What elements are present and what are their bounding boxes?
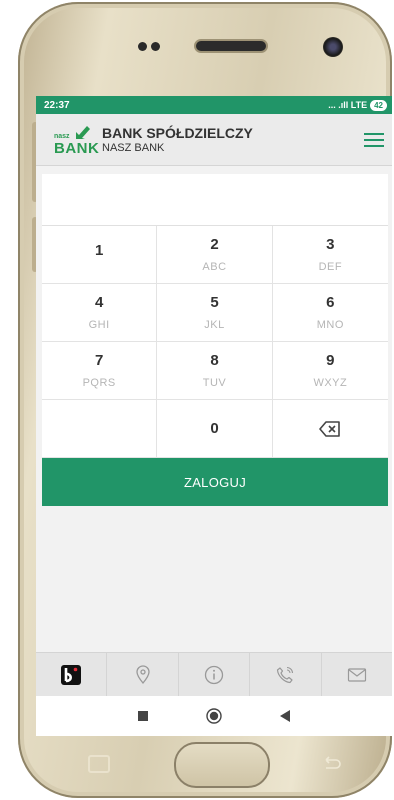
blik-icon xyxy=(61,664,82,685)
bank-subtitle: NASZ BANK xyxy=(102,142,165,154)
hardware-home-button xyxy=(174,742,270,788)
hardware-recent-key xyxy=(88,755,110,773)
logo-bank-text: BANK xyxy=(54,139,100,157)
key-empty xyxy=(42,400,158,458)
key-5[interactable]: 5 JKL xyxy=(157,284,273,342)
location-pin-icon xyxy=(135,664,150,684)
backspace-key[interactable] xyxy=(272,400,388,458)
key-7[interactable]: 7 PQRS xyxy=(42,342,158,400)
mail-icon xyxy=(347,667,366,682)
battery-indicator: 42 xyxy=(370,99,387,111)
key-0[interactable]: 0 xyxy=(157,400,273,458)
nav-blik[interactable] xyxy=(36,653,108,696)
key-4[interactable]: 4 GHI xyxy=(42,284,158,342)
bottom-nav xyxy=(36,652,392,696)
status-indicators: ... .ıll LTE 42 xyxy=(328,99,387,111)
nav-info[interactable] xyxy=(179,653,251,696)
earpiece-speaker xyxy=(194,39,268,53)
status-bar: 22:37 ... .ıll LTE 42 xyxy=(36,96,392,114)
key-2[interactable]: 2 ABC xyxy=(157,226,273,284)
bank-names: BANK SPÓŁDZIELCZY NASZ BANK xyxy=(102,125,364,154)
recent-apps-icon[interactable] xyxy=(138,711,148,721)
app-screen: 22:37 ... .ıll LTE 42 nasz BANK BANK SPÓ… xyxy=(36,96,392,736)
front-camera xyxy=(323,37,343,57)
nav-mail[interactable] xyxy=(322,653,392,696)
phone-icon xyxy=(277,666,294,683)
nav-phone[interactable] xyxy=(250,653,322,696)
key-8[interactable]: 8 TUV xyxy=(157,342,273,400)
hardware-back-icon xyxy=(325,756,341,769)
android-navigation-bar xyxy=(36,696,392,736)
info-icon xyxy=(204,665,224,684)
key-9[interactable]: 9 WXYZ xyxy=(272,342,388,400)
backspace-icon xyxy=(319,420,341,437)
hamburger-menu-icon[interactable] xyxy=(364,132,384,147)
key-1[interactable]: 1 xyxy=(42,226,158,284)
nav-location[interactable] xyxy=(107,653,179,696)
logo-nasz-text: nasz xyxy=(54,132,70,140)
bank-name: BANK SPÓŁDZIELCZY xyxy=(102,125,253,141)
key-6[interactable]: 6 MNO xyxy=(272,284,388,342)
sensors xyxy=(138,42,160,51)
signal-indicator: ... .ıll LTE xyxy=(328,100,368,110)
app-header: nasz BANK BANK SPÓŁDZIELCZY NASZ BANK xyxy=(36,114,392,166)
login-button[interactable]: ZALOGUJ xyxy=(42,458,388,506)
back-icon[interactable] xyxy=(280,710,290,722)
home-icon[interactable] xyxy=(206,708,222,724)
status-time: 22:37 xyxy=(44,99,70,111)
pin-keypad: 1 2 ABC 3 DEF 4 GHI 5 JKL 6 MNO 7 PQRS 8 TUV 9W… xyxy=(42,226,388,458)
pin-display-field xyxy=(42,174,388,226)
bank-logo: nasz BANK xyxy=(46,120,100,160)
key-3[interactable]: 3 DEF xyxy=(272,226,388,284)
